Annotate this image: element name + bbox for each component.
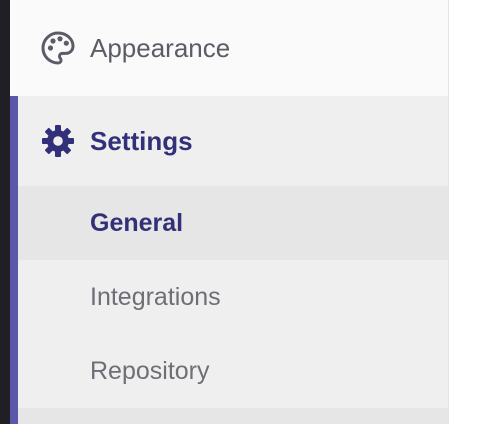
- sidebar-item-settings[interactable]: Settings: [10, 96, 448, 186]
- sidebar-subitem-integrations[interactable]: Integrations: [18, 260, 448, 334]
- content-area: [449, 0, 478, 424]
- sidebar-item-next[interactable]: [10, 408, 448, 424]
- sidebar-item-appearance[interactable]: Appearance: [10, 0, 448, 96]
- sidebar-subitem-repository[interactable]: Repository: [18, 334, 448, 408]
- sidebar-subitem-repository-label: Repository: [90, 356, 210, 385]
- sidebar: Appearance Settings General Integrations…: [10, 0, 449, 424]
- palette-icon: [40, 30, 76, 66]
- sidebar-subitem-integrations-label: Integrations: [90, 282, 221, 311]
- sidebar-item-settings-label: Settings: [90, 126, 193, 156]
- window-edge: [0, 0, 10, 424]
- active-section-indicator: [10, 96, 18, 424]
- sidebar-item-appearance-label: Appearance: [90, 33, 231, 63]
- sidebar-subitem-general[interactable]: General: [18, 186, 448, 260]
- app-frame: Appearance Settings General Integrations…: [0, 0, 478, 424]
- gear-icon: [40, 123, 76, 159]
- sidebar-subitem-general-label: General: [90, 208, 184, 237]
